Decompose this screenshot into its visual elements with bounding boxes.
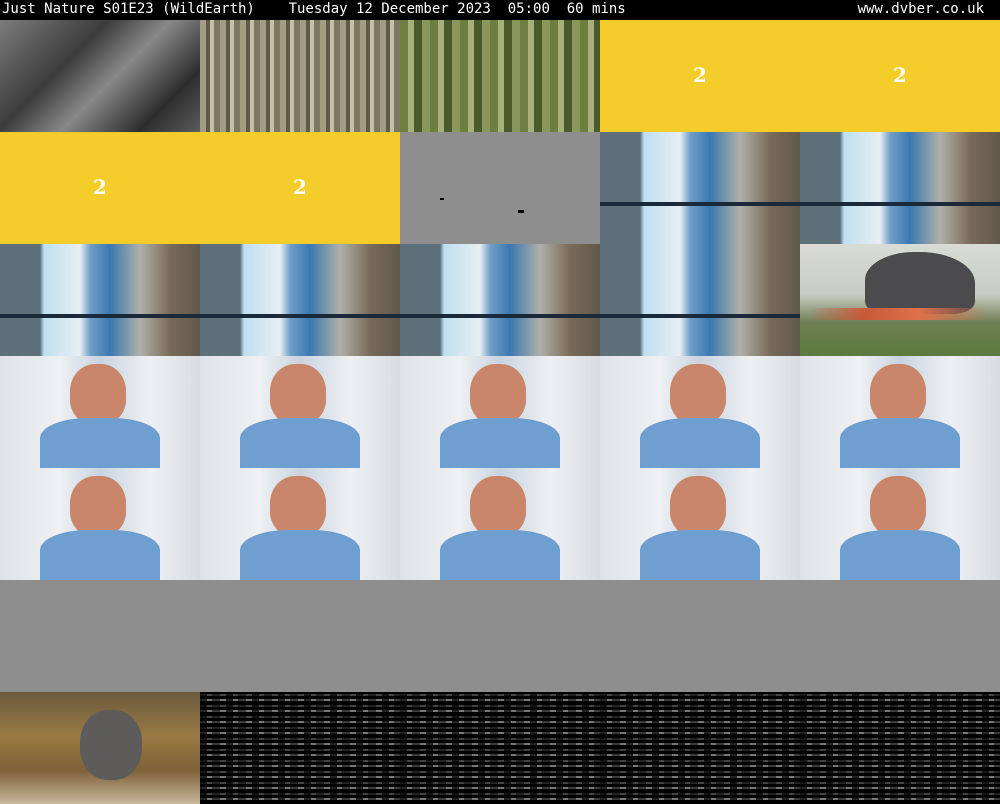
thumbnail-yellow-2[interactable]: 2	[0, 132, 200, 244]
thumbnail-office[interactable]	[400, 244, 600, 356]
thumbnail-grid: 2 2 2 2	[0, 20, 1000, 804]
thumbnail-host[interactable]	[400, 356, 600, 468]
thumbnail-office[interactable]	[600, 244, 800, 356]
thumbnail-noise[interactable]	[400, 692, 600, 804]
thumbnail-host[interactable]	[600, 468, 800, 580]
thumbnail-gray[interactable]	[200, 580, 400, 692]
thumbnail-car[interactable]	[0, 20, 200, 132]
thumbnail-gray[interactable]	[0, 580, 200, 692]
channel-number-label: 2	[693, 62, 707, 87]
thumbnail-host[interactable]	[0, 468, 200, 580]
channel-number-label: 2	[293, 174, 307, 199]
thumbnail-yellow-2[interactable]: 2	[800, 20, 1000, 132]
thumbnail-noise[interactable]	[600, 692, 800, 804]
thumbnail-host[interactable]	[200, 468, 400, 580]
channel-number-label: 2	[893, 62, 907, 87]
thumbnail-gray-frame[interactable]	[400, 132, 600, 244]
thumbnail-office[interactable]	[200, 244, 400, 356]
thumbnail-yellow-2[interactable]: 2	[200, 132, 400, 244]
thumbnail-green[interactable]	[400, 20, 600, 132]
thumbnail-host[interactable]	[0, 356, 200, 468]
thumbnail-host[interactable]	[600, 356, 800, 468]
thumbnail-host[interactable]	[800, 468, 1000, 580]
artifact-mark	[440, 198, 444, 200]
thumbnail-noise[interactable]	[800, 692, 1000, 804]
thumbnail-host[interactable]	[200, 356, 400, 468]
thumbnail-strips[interactable]	[200, 20, 400, 132]
thumbnail-gray[interactable]	[400, 580, 600, 692]
thumbnail-gray[interactable]	[600, 580, 800, 692]
site-link[interactable]: www.dvber.co.uk	[858, 0, 984, 18]
artifact-mark	[518, 210, 524, 213]
thumbnail-forest-elephant[interactable]	[0, 692, 200, 804]
header-bar: Just Nature S01E23 (WildEarth) Tuesday 1…	[0, 0, 1000, 20]
thumbnail-host[interactable]	[800, 356, 1000, 468]
thumbnail-host[interactable]	[400, 468, 600, 580]
thumbnail-office[interactable]	[600, 132, 800, 244]
channel-number-label: 2	[93, 174, 107, 199]
thumbnail-noise[interactable]	[200, 692, 400, 804]
thumbnail-yellow-2[interactable]: 2	[600, 20, 800, 132]
programme-title: Just Nature S01E23 (WildEarth) Tuesday 1…	[2, 1, 626, 17]
thumbnail-office[interactable]	[800, 132, 1000, 244]
thumbnail-gray[interactable]	[800, 580, 1000, 692]
thumbnail-elephant[interactable]	[800, 244, 1000, 356]
thumbnail-office[interactable]	[0, 244, 200, 356]
